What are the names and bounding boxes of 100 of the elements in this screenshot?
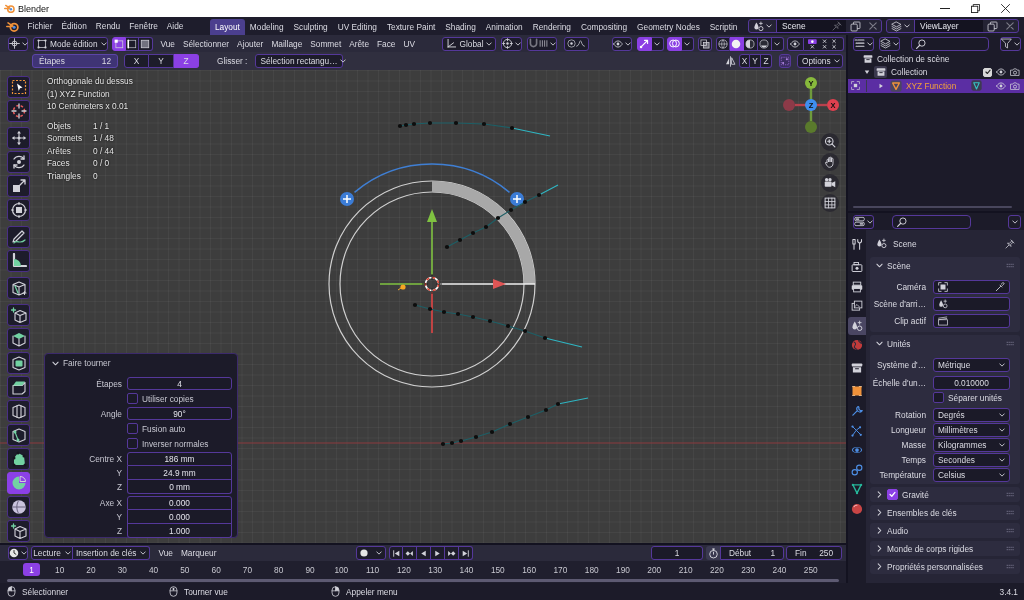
editor-type-button[interactable] — [8, 36, 28, 51]
number-field[interactable]: 186 mm — [127, 452, 232, 466]
view-layer-name-field[interactable]: ViewLayer — [915, 20, 983, 32]
section-title[interactable]: Monde de corps rigides — [887, 543, 974, 554]
editor-type-button[interactable] — [853, 214, 874, 229]
vertex-curve[interactable] — [444, 184, 559, 250]
tool-button[interactable] — [7, 328, 30, 350]
tool-button[interactable] — [7, 304, 30, 326]
object-field[interactable] — [933, 280, 1010, 294]
dropdown[interactable]: Degrés — [933, 407, 1010, 422]
camera-icon[interactable] — [1010, 80, 1020, 91]
selectability-dropdown[interactable] — [611, 36, 632, 51]
workspace-tab[interactable]: Geometry Nodes — [632, 19, 705, 35]
pin-icon[interactable] — [832, 21, 842, 31]
tool-button[interactable] — [7, 520, 30, 542]
shading-mode-button[interactable] — [715, 36, 730, 51]
section-title[interactable]: Unités — [887, 338, 911, 349]
drag-handle-icon[interactable] — [1006, 263, 1015, 268]
menu-item[interactable]: Fenêtre — [124, 18, 163, 34]
object-field[interactable] — [933, 297, 1010, 311]
ortho-toggle-button[interactable] — [821, 194, 839, 212]
tool-button[interactable] — [7, 250, 30, 272]
3d-viewport[interactable] — [0, 70, 846, 543]
tool-button[interactable] — [7, 226, 30, 248]
mode-dropdown[interactable]: Mode édition — [33, 36, 108, 51]
chevron-icon[interactable] — [876, 527, 883, 534]
number-field[interactable]: 0.010000 — [933, 375, 1010, 390]
section-title[interactable]: Propriétés personnalisées — [887, 561, 983, 572]
xray-toggle[interactable] — [697, 36, 712, 51]
tool-button[interactable] — [7, 100, 30, 122]
select-mode-button[interactable] — [139, 36, 153, 51]
snap-button[interactable] — [526, 36, 557, 51]
workspace-tab[interactable]: Texture Paint — [381, 19, 441, 35]
drag-handle-icon[interactable] — [1006, 492, 1015, 497]
display-mode-button[interactable] — [879, 36, 900, 51]
section-title[interactable]: Audio — [887, 525, 909, 536]
menu-item[interactable]: Rendu — [91, 18, 125, 34]
tool-button[interactable] — [7, 376, 30, 398]
zoom-button[interactable] — [821, 133, 839, 151]
tool-button[interactable] — [7, 175, 30, 197]
playback-button[interactable] — [431, 546, 445, 560]
workspace-tab[interactable]: Modeling — [244, 19, 289, 35]
outliner-scrollbar[interactable] — [853, 206, 1012, 208]
record-button[interactable] — [356, 546, 386, 560]
number-field[interactable]: 0.000 — [127, 510, 232, 524]
drag-handle-icon[interactable] — [1006, 564, 1015, 569]
editor-type-button[interactable] — [853, 36, 874, 51]
menu-item[interactable]: Vue — [154, 545, 177, 561]
dropdown[interactable]: Métrique — [933, 357, 1010, 372]
disclosure-triangle-icon[interactable] — [864, 69, 870, 76]
overlays-toggle[interactable] — [666, 36, 682, 51]
tool-button[interactable] — [7, 151, 30, 173]
select-mode-button[interactable] — [112, 36, 126, 51]
timeline-dropdown[interactable]: Lecture — [31, 546, 73, 560]
disclosure-triangle-icon[interactable] — [878, 82, 884, 89]
timeline-dropdown[interactable]: Insertion de clés — [73, 546, 151, 560]
playback-button[interactable] — [417, 546, 431, 560]
menu-item[interactable]: Sélectionner — [178, 36, 234, 51]
menu-item[interactable]: Édition — [56, 18, 92, 34]
tool-button[interactable] — [7, 76, 30, 98]
cross-icon[interactable] — [1006, 22, 1014, 30]
axis-toggle[interactable]: X — [124, 54, 149, 68]
axis-toggle[interactable]: Y — [149, 54, 174, 68]
checkbox[interactable] — [127, 393, 138, 404]
menu-item[interactable]: Maillage — [267, 36, 307, 51]
drag-handle-icon[interactable] — [1006, 510, 1015, 515]
workspace-tab[interactable]: Animation — [480, 19, 528, 35]
current-frame-marker[interactable]: 1 — [23, 563, 40, 576]
checkbox-label[interactable]: Inverser normales — [142, 438, 209, 449]
start-frame-field[interactable]: Début 1 — [720, 546, 784, 560]
eye-icon[interactable] — [996, 80, 1006, 91]
filter-button[interactable] — [1000, 36, 1021, 51]
orientation-dropdown[interactable]: Global — [441, 36, 496, 51]
checkbox[interactable] — [887, 489, 898, 500]
workspace-tab[interactable]: UV Editing — [332, 19, 382, 35]
cross-icon[interactable] — [869, 22, 877, 30]
chevron-icon[interactable] — [876, 509, 883, 516]
chevron-icon[interactable] — [876, 563, 883, 570]
steps-field[interactable]: Étapes 12 — [32, 54, 118, 68]
drag-handle-icon[interactable] — [1006, 528, 1015, 533]
inverted-triangle-icon[interactable] — [971, 80, 982, 92]
end-frame-field[interactable]: Fin 250 — [786, 546, 842, 560]
playback-button[interactable] — [389, 546, 403, 560]
tool-button[interactable] — [7, 400, 30, 422]
playback-button[interactable] — [445, 546, 459, 560]
workspace-tab[interactable]: Sculpting — [288, 19, 333, 35]
eye-icon[interactable] — [996, 67, 1006, 78]
properties-tab[interactable] — [848, 316, 866, 335]
dropdown[interactable]: Celsius — [933, 467, 1010, 482]
drag-handle-icon[interactable] — [1006, 546, 1015, 551]
number-field[interactable]: 90° — [127, 407, 232, 420]
visibility-button[interactable] — [786, 36, 804, 51]
number-field[interactable]: 0 mm — [127, 480, 232, 494]
editor-type-button[interactable] — [8, 546, 28, 560]
number-field[interactable]: 0.000 — [127, 496, 232, 510]
select-box-icon[interactable] — [851, 81, 860, 91]
tool-button[interactable] — [7, 352, 30, 374]
scene-name-field[interactable]: Scene — [777, 20, 846, 32]
tool-button[interactable] — [7, 424, 30, 446]
tool-button[interactable] — [7, 448, 30, 470]
